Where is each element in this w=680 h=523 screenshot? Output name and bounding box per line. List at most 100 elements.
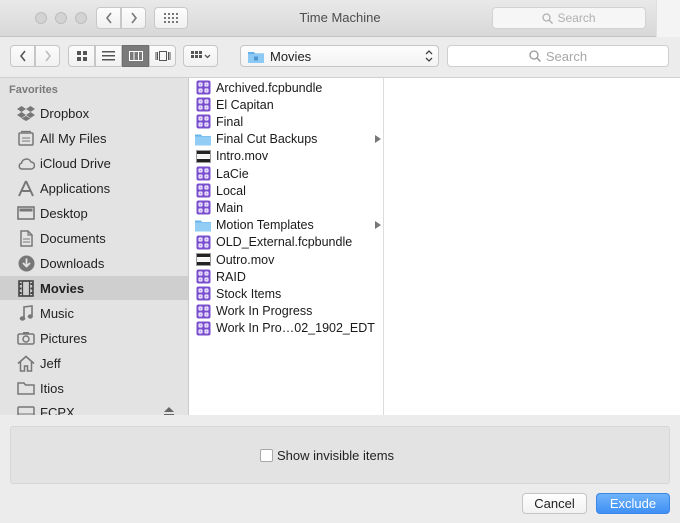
file-row-label: Intro.mov bbox=[216, 149, 269, 164]
cover-flow-view-button[interactable] bbox=[149, 45, 176, 67]
file-row[interactable]: LaCie bbox=[189, 165, 383, 182]
sidebar-item-jeff[interactable]: Jeff bbox=[0, 351, 188, 375]
file-row[interactable]: El Capitan bbox=[189, 96, 383, 113]
drive-icon bbox=[17, 405, 35, 415]
timemachine-back-button[interactable] bbox=[96, 7, 121, 29]
sidebar-item-label: iCloud Drive bbox=[40, 155, 111, 171]
music-icon bbox=[19, 304, 33, 321]
sidebar-item-movies[interactable]: Movies bbox=[0, 276, 188, 300]
file-row[interactable]: Motion Templates bbox=[189, 217, 383, 234]
sidebar-item-fcpx[interactable]: FCPX bbox=[0, 400, 188, 415]
exclude-button[interactable]: Exclude bbox=[596, 493, 670, 514]
sidebar-item-label: Applications bbox=[40, 180, 111, 196]
path-popup[interactable]: Movies bbox=[240, 45, 439, 67]
icon-view-icon bbox=[76, 51, 87, 61]
sidebar-item-icloud-drive[interactable]: iCloud Drive bbox=[0, 151, 188, 175]
cover-flow-icon bbox=[155, 51, 170, 61]
preview-column bbox=[384, 78, 680, 415]
minimize-window-button[interactable] bbox=[55, 12, 67, 24]
show-invisible-checkbox[interactable] bbox=[260, 449, 273, 462]
movie-file-icon bbox=[195, 253, 211, 266]
file-row[interactable]: Intro.mov bbox=[189, 148, 383, 165]
file-row[interactable]: OLD_External.fcpbundle bbox=[189, 234, 383, 251]
timemachine-forward-button[interactable] bbox=[121, 7, 146, 29]
file-row[interactable]: Work In Pro…02_1902_EDT bbox=[189, 320, 383, 337]
fcp-bundle-icon bbox=[196, 304, 210, 319]
fcp-bundle-icon bbox=[196, 80, 210, 95]
file-row-label: LaCie bbox=[216, 166, 249, 181]
file-row-icon bbox=[195, 217, 211, 233]
file-row[interactable]: Final Cut Backups bbox=[189, 131, 383, 148]
popup-arrows-icon bbox=[425, 50, 433, 62]
fcp-bundle-icon bbox=[196, 114, 210, 129]
file-row-icon bbox=[195, 320, 211, 336]
sidebar-item-label: Pictures bbox=[40, 330, 87, 346]
fcp-bundle-icon bbox=[196, 321, 210, 336]
eject-icon[interactable] bbox=[164, 407, 174, 415]
fcp-bundle-icon bbox=[196, 286, 210, 301]
sidebar-item-itios[interactable]: Itios bbox=[0, 376, 188, 400]
sidebar-item-label: All My Files bbox=[40, 130, 107, 146]
close-window-button[interactable] bbox=[35, 12, 47, 24]
dropbox-icon bbox=[17, 106, 35, 121]
sidebar-item-pictures[interactable]: Pictures bbox=[0, 326, 188, 350]
file-row-label: RAID bbox=[216, 269, 246, 284]
icon-view-button[interactable] bbox=[68, 45, 95, 67]
file-row-label: El Capitan bbox=[216, 97, 274, 112]
file-row[interactable]: Archived.fcpbundle bbox=[189, 79, 383, 96]
search-field[interactable]: Search bbox=[447, 45, 669, 67]
fcp-bundle-icon bbox=[196, 235, 210, 250]
sidebar-item-all-my-files[interactable]: All My Files bbox=[0, 126, 188, 150]
list-view-button[interactable] bbox=[95, 45, 122, 67]
chevron-left-icon bbox=[105, 12, 112, 24]
applications-icon bbox=[18, 180, 34, 196]
file-row-icon bbox=[195, 234, 211, 250]
file-row-label: Outro.mov bbox=[216, 252, 275, 267]
search-icon bbox=[529, 50, 541, 62]
cancel-button[interactable]: Cancel bbox=[522, 493, 587, 514]
sidebar-item-applications[interactable]: Applications bbox=[0, 176, 188, 200]
list-view-icon bbox=[102, 51, 115, 61]
file-row[interactable]: Final bbox=[189, 113, 383, 130]
disclosure-arrow-icon bbox=[375, 134, 381, 143]
file-row-icon bbox=[195, 286, 211, 302]
file-column: Archived.fcpbundle El Capitan Final Final C… bbox=[189, 78, 384, 415]
sidebar-item-label: FCPX bbox=[40, 404, 75, 416]
search-placeholder: Search bbox=[557, 11, 596, 25]
pictures-icon bbox=[17, 332, 35, 345]
file-row[interactable]: Local bbox=[189, 182, 383, 199]
file-row-icon bbox=[195, 303, 211, 319]
sidebar-item-label: Music bbox=[40, 305, 74, 321]
column-view-button[interactable] bbox=[122, 45, 149, 67]
titlebar-search-field[interactable]: Search bbox=[492, 7, 646, 29]
column-view-icon bbox=[128, 51, 143, 61]
grid-menu-button[interactable] bbox=[154, 7, 188, 29]
file-row-label: Final bbox=[216, 114, 244, 129]
sidebar-item-desktop[interactable]: Desktop bbox=[0, 201, 188, 225]
fcp-bundle-icon bbox=[196, 200, 210, 215]
back-button[interactable] bbox=[10, 45, 35, 67]
sidebar-item-label: Downloads bbox=[40, 255, 105, 271]
sidebar-item-music[interactable]: Music bbox=[0, 301, 188, 325]
file-row[interactable]: Main bbox=[189, 199, 383, 216]
sidebar-item-dropbox[interactable]: Dropbox bbox=[0, 101, 188, 125]
sidebar-item-documents[interactable]: Documents bbox=[0, 226, 188, 250]
file-row[interactable]: Stock Items bbox=[189, 285, 383, 302]
forward-button[interactable] bbox=[35, 45, 60, 67]
file-row[interactable]: Outro.mov bbox=[189, 251, 383, 268]
file-row[interactable]: RAID bbox=[189, 268, 383, 285]
folder-icon bbox=[17, 382, 35, 395]
documents-icon bbox=[20, 229, 33, 247]
sidebar-item-downloads[interactable]: Downloads bbox=[0, 251, 188, 275]
chevron-right-icon bbox=[44, 50, 51, 62]
zoom-window-button[interactable] bbox=[75, 12, 87, 24]
search-placeholder: Search bbox=[545, 48, 588, 64]
file-row-icon bbox=[195, 269, 211, 285]
sidebar-item-label: Movies bbox=[40, 280, 85, 296]
chevron-left-icon bbox=[19, 50, 26, 62]
file-row[interactable]: Work In Progress bbox=[189, 303, 383, 320]
toolbar: Movies Search bbox=[0, 37, 680, 78]
file-row-icon bbox=[195, 200, 211, 216]
arrange-menu-button[interactable] bbox=[183, 45, 218, 67]
arrange-grid-icon bbox=[190, 51, 210, 59]
